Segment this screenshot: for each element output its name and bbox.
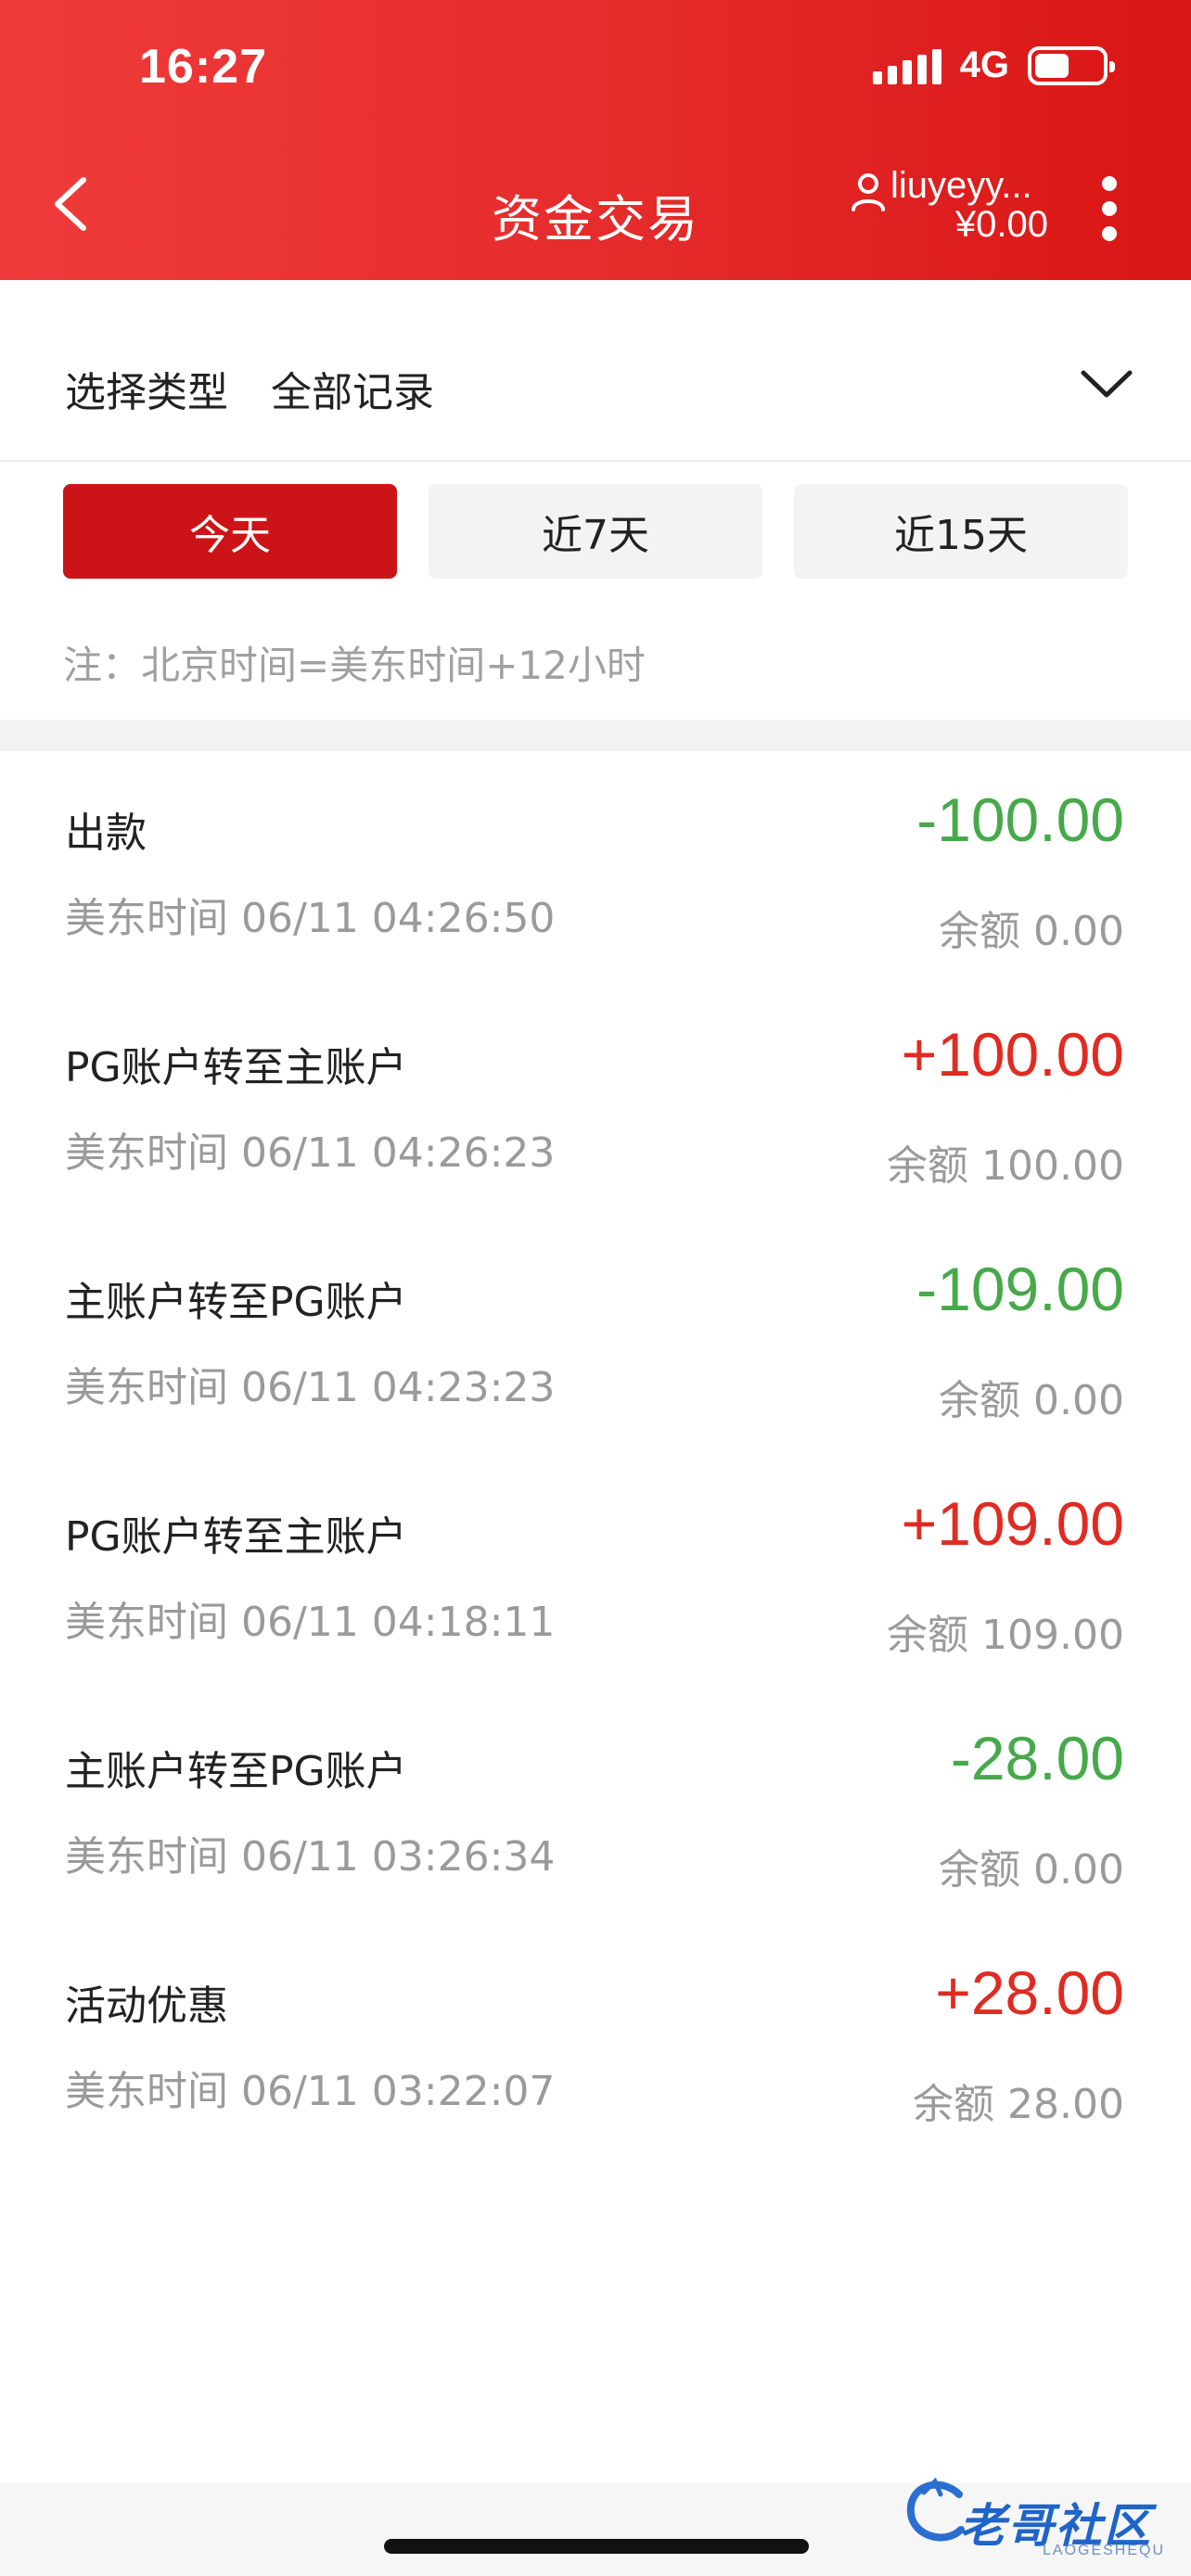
transaction-amount: +100.00 xyxy=(901,1020,1124,1089)
battery-icon xyxy=(1028,45,1115,85)
section-divider xyxy=(0,720,1191,751)
timezone-note: 注：北京时间=美东时间+12小时 xyxy=(63,643,646,688)
signal-icon xyxy=(872,47,941,84)
user-icon xyxy=(852,173,885,211)
transaction-balance: 余额 100.00 xyxy=(887,1142,1124,1190)
status-indicators: 4G xyxy=(872,45,1115,86)
list-item[interactable]: 主账户转至PG账户 美东时间 06/11 03:26:34 -28.00 余额 … xyxy=(0,1690,1191,1924)
more-icon[interactable] xyxy=(1098,176,1121,241)
list-item[interactable]: 主账户转至PG账户 美东时间 06/11 04:23:23 -109.00 余额… xyxy=(0,1220,1191,1455)
transaction-type: 活动优惠 xyxy=(65,1983,228,2030)
network-label: 4G xyxy=(959,45,1009,85)
type-value: 全部记录 xyxy=(271,369,434,416)
list-item[interactable]: 活动优惠 美东时间 06/11 03:22:07 +28.00 余额 28.00 xyxy=(0,1924,1191,2159)
transaction-amount: -28.00 xyxy=(950,1724,1124,1792)
transaction-time: 美东时间 06/11 03:26:34 xyxy=(65,1833,556,1881)
list-item[interactable]: PG账户转至主账户 美东时间 06/11 04:18:11 +109.00 余额… xyxy=(0,1455,1191,1690)
date-range-tabs: 今天 近7天 近15天 xyxy=(0,464,1191,584)
transaction-amount: +109.00 xyxy=(901,1489,1124,1558)
type-label: 选择类型 xyxy=(65,369,228,416)
type-selector[interactable]: 选择类型 全部记录 xyxy=(0,280,1191,462)
transaction-list: 出款 美东时间 06/11 04:26:50 -100.00 余额 0.00 P… xyxy=(0,751,1191,2159)
transaction-amount: +28.00 xyxy=(935,1958,1124,2027)
transaction-type: PG账户转至主账户 xyxy=(65,1513,407,1561)
app-header: 16:27 4G 资金交易 liuyeyy... ¥0.00 xyxy=(0,0,1191,280)
watermark-subtext: LAOGESHEQU xyxy=(1043,2543,1166,2558)
transaction-balance: 余额 0.00 xyxy=(939,908,1124,955)
status-time: 16:27 xyxy=(139,40,267,94)
transaction-type: 出款 xyxy=(65,810,147,857)
account-balance: ¥0.00 xyxy=(954,204,1048,245)
transaction-type: PG账户转至主账户 xyxy=(65,1044,407,1091)
list-item[interactable]: PG账户转至主账户 美东时间 06/11 04:26:23 +100.00 余额… xyxy=(0,986,1191,1220)
transaction-time: 美东时间 06/11 04:26:23 xyxy=(65,1129,556,1177)
tab-15-days[interactable]: 近15天 xyxy=(794,484,1128,579)
transaction-balance: 余额 0.00 xyxy=(939,1377,1124,1424)
home-indicator xyxy=(384,2539,809,2554)
account-name: liuyeyy... xyxy=(890,165,1032,206)
chevron-down-icon xyxy=(1081,370,1133,398)
transaction-balance: 余额 109.00 xyxy=(887,1612,1124,1659)
transaction-balance: 余额 0.00 xyxy=(939,1846,1124,1894)
transaction-amount: -100.00 xyxy=(916,785,1124,854)
transaction-balance: 余额 28.00 xyxy=(913,2081,1124,2128)
transaction-time: 美东时间 06/11 04:26:50 xyxy=(65,895,556,942)
transaction-amount: -109.00 xyxy=(916,1255,1124,1323)
transaction-time: 美东时间 06/11 03:22:07 xyxy=(65,2068,556,2115)
tab-today[interactable]: 今天 xyxy=(63,484,397,579)
tab-7-days[interactable]: 近7天 xyxy=(429,484,762,579)
transaction-type: 主账户转至PG账户 xyxy=(65,1748,407,1795)
transaction-time: 美东时间 06/11 04:23:23 xyxy=(65,1364,556,1411)
transaction-type: 主账户转至PG账户 xyxy=(65,1279,407,1326)
list-item[interactable]: 出款 美东时间 06/11 04:26:50 -100.00 余额 0.00 xyxy=(0,751,1191,986)
transaction-time: 美东时间 06/11 04:18:11 xyxy=(65,1599,556,1646)
watermark-logo: 老哥社区 LAOGESHEQU xyxy=(903,2467,1172,2569)
